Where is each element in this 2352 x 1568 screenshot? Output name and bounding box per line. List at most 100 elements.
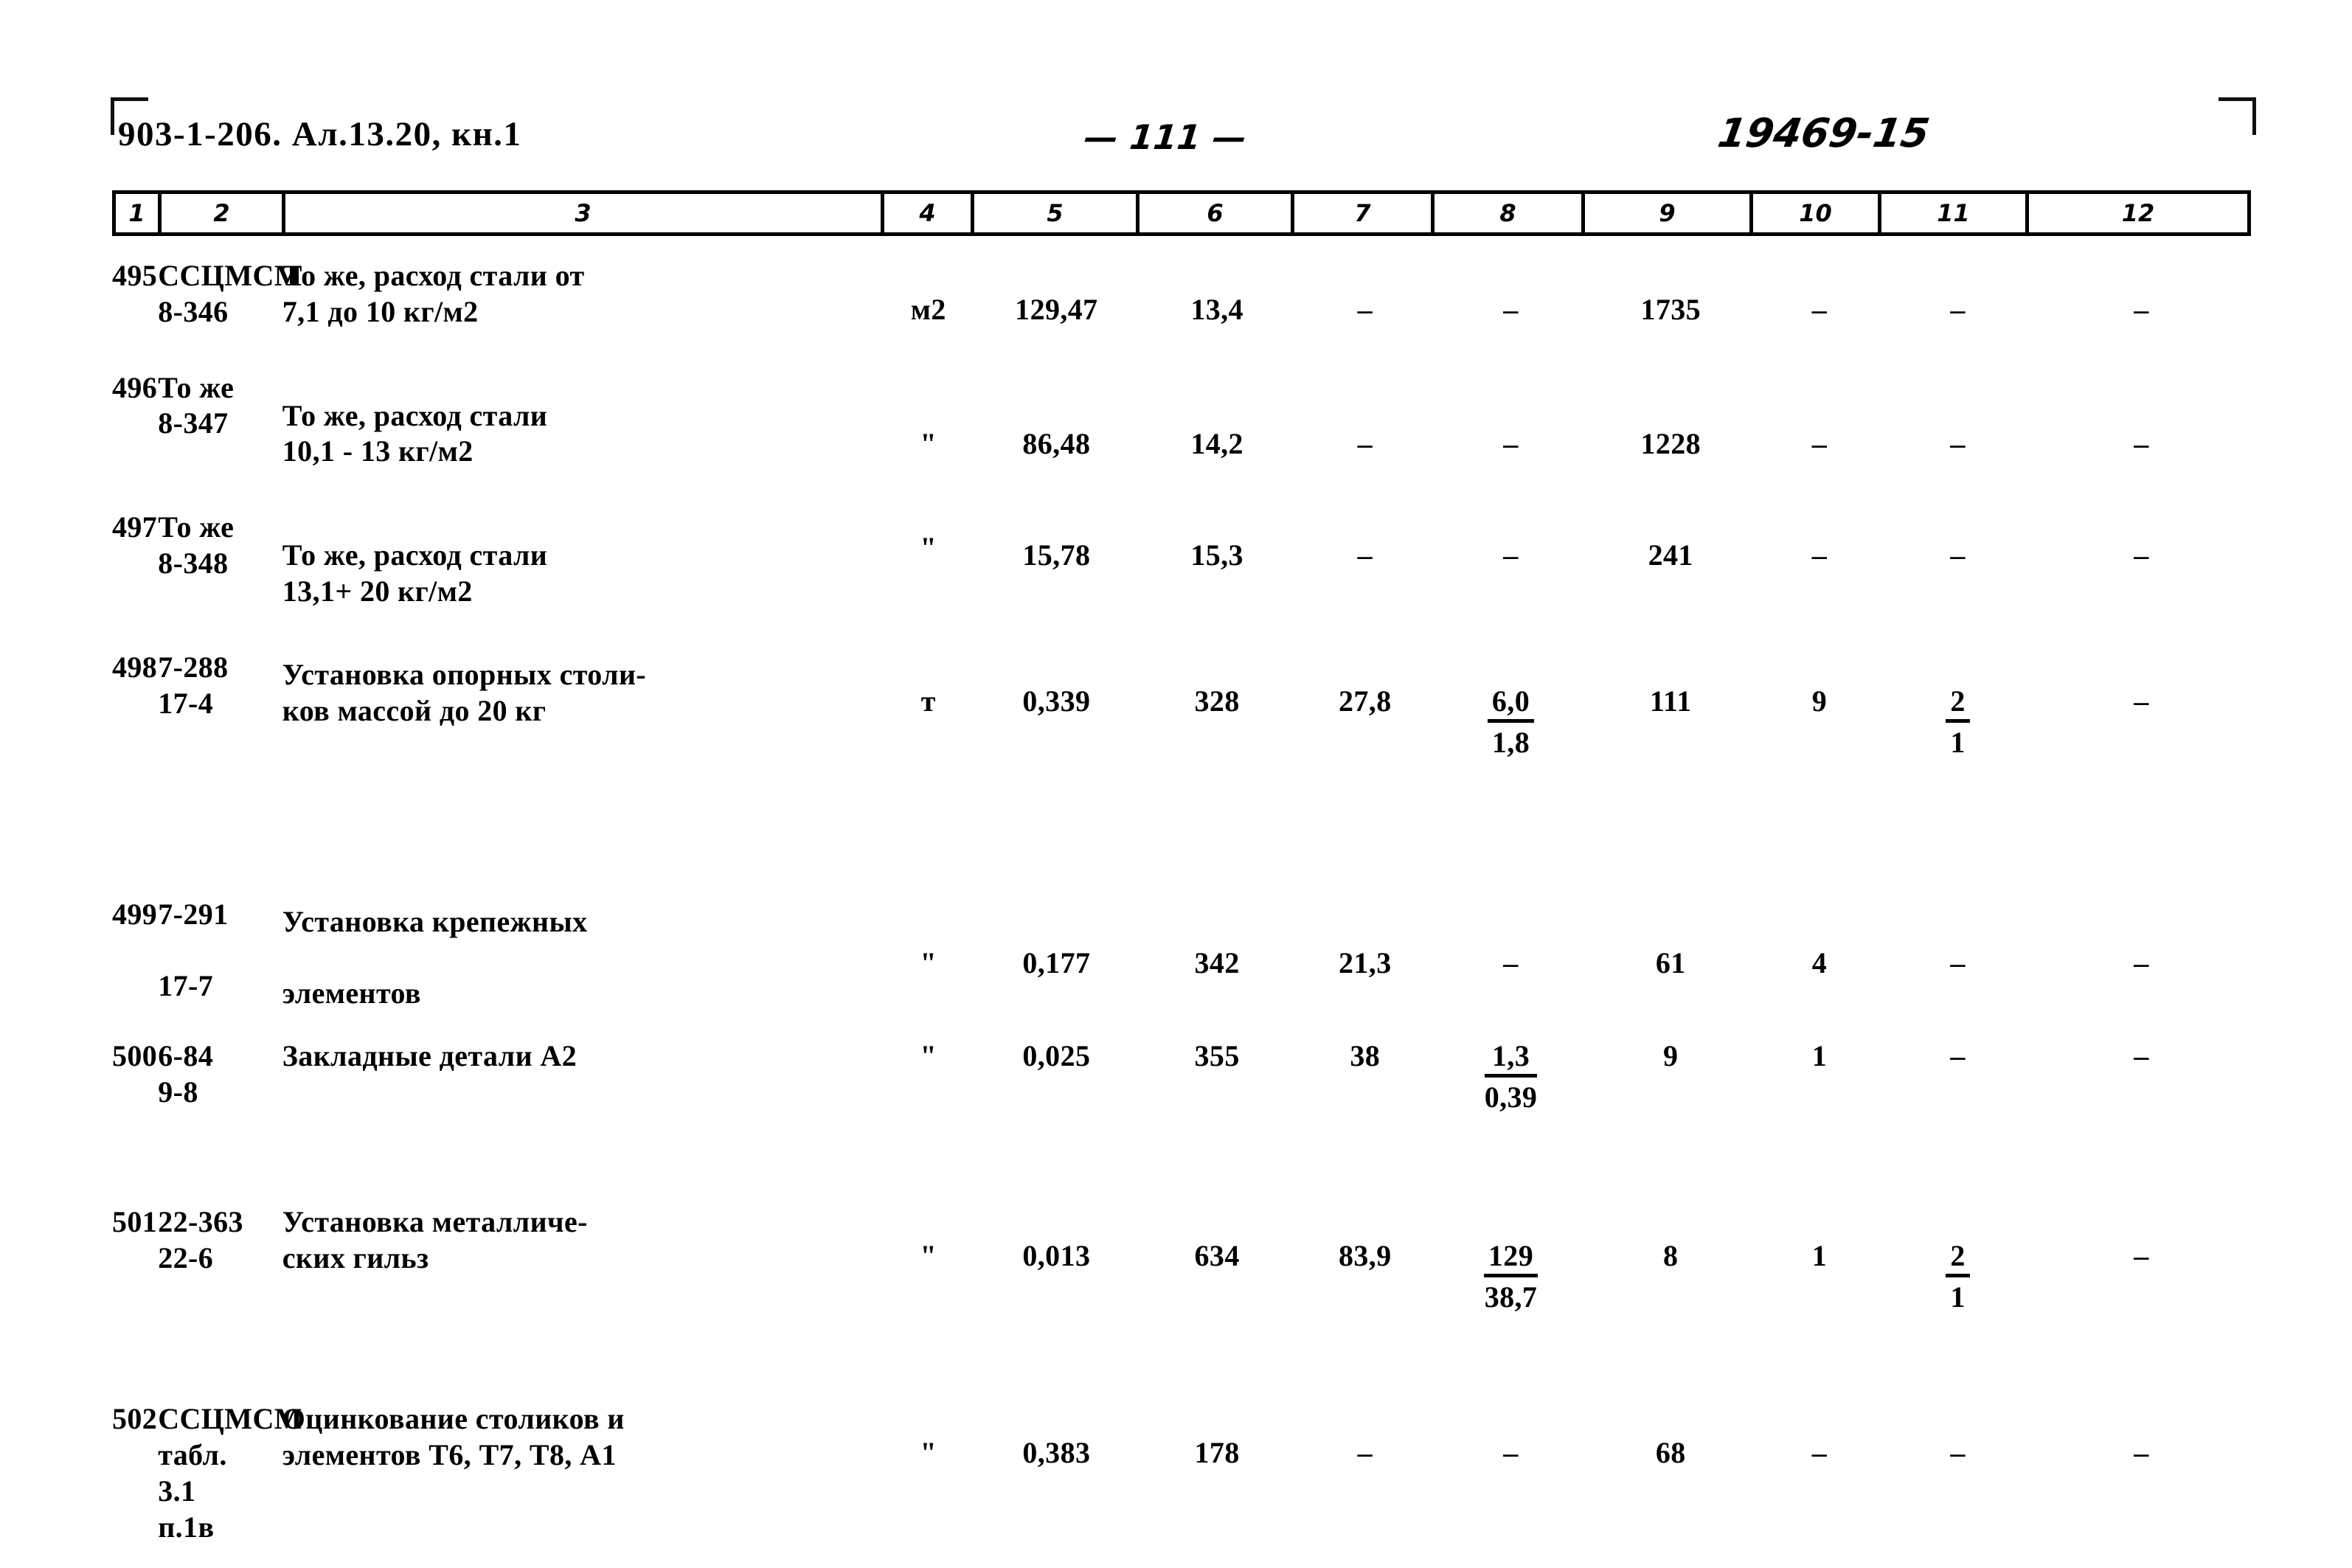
row-code: 7-288 17-4 [158, 650, 282, 842]
row-value-10: 1 [1811, 1239, 1828, 1273]
row-value-6: 328 [1194, 684, 1240, 718]
row-value-5: 0,339 [1022, 684, 1091, 718]
row-description-line-1: Оцинкование столиков и [282, 1402, 625, 1436]
fraction-denominator: 1 [1950, 725, 1966, 759]
row-description: То же, расход стали 10,1 - 13 кг/м2 [282, 370, 884, 471]
row-code: 7-291 17-7 [158, 897, 282, 1012]
row-number: 497 [112, 510, 158, 544]
row-code-line-2: 8-348 [158, 546, 229, 580]
fraction-numerator: 1,3 [1484, 1038, 1538, 1078]
column-header-2: 2 [162, 194, 285, 232]
row-unit: " [920, 946, 937, 979]
row-description-line-2: ских гильз [282, 1241, 429, 1274]
row-description: То же, расход стали 13,1+ 20 кг/м2 [282, 510, 884, 610]
row-gap [112, 1367, 2251, 1401]
row-description-line-1: То же, расход стали [282, 398, 548, 432]
row-unit: м2 [910, 293, 946, 326]
row-code-line-1: 6-84 [158, 1039, 214, 1073]
fraction-value-8: 129 38,7 [1483, 1238, 1538, 1314]
row-value-12: – [2134, 1436, 2149, 1470]
row-description-line-2: элементов [282, 976, 421, 1010]
row-code-line-2: 8-346 [158, 294, 229, 328]
row-value-5: 86,48 [1022, 426, 1091, 460]
row-code-line-1: ССЦМСМ [158, 1402, 302, 1436]
row-value-10: – [1811, 293, 1828, 326]
row-value-5: 0,177 [1022, 946, 1091, 979]
row-description: Установка крепежных элементов [282, 897, 884, 1012]
document-code: 903-1-206. Ал.13.20, кн.1 [118, 115, 522, 153]
row-value-6: 14,2 [1190, 426, 1243, 460]
row-gap [112, 470, 2251, 510]
row-unit: " [920, 1039, 937, 1073]
row-unit: " [920, 1239, 937, 1273]
fraction-numerator: 2 [1946, 1238, 1970, 1278]
row-value-11: – [1950, 538, 1966, 572]
row-description-line-2: ков массой до 20 кг [282, 693, 547, 727]
column-header-8: 8 [1435, 194, 1585, 232]
row-value-6: 13,4 [1190, 293, 1243, 326]
column-header-10: 10 [1753, 194, 1881, 232]
row-value-7: 21,3 [1339, 946, 1392, 979]
row-value-6: 355 [1194, 1039, 1240, 1073]
row-code-line-3: 3.1 [158, 1474, 196, 1508]
row-value-11: – [1950, 293, 1966, 326]
row-value-8: 1,3 0,39 [1435, 1038, 1586, 1168]
row-code-line-2: 9-8 [158, 1075, 198, 1109]
column-header-7: 7 [1294, 194, 1435, 232]
row-value-7: 38 [1350, 1039, 1381, 1073]
row-description: Закладные детали А2 [282, 1038, 884, 1168]
row-gap [112, 1168, 2251, 1204]
row-number: 496 [112, 370, 158, 404]
row-description: То же, расход стали от 7,1 до 10 кг/м2 [282, 258, 884, 330]
column-header-9: 9 [1585, 194, 1753, 232]
row-value-7: 83,9 [1339, 1239, 1392, 1273]
row-value-8: 129 38,7 [1435, 1204, 1586, 1367]
row-value-12: – [2134, 1239, 2149, 1273]
row-value-12: – [2134, 684, 2149, 718]
row-description-line-1: Закладные детали А2 [282, 1039, 577, 1073]
row-value-5: 15,78 [1022, 538, 1091, 572]
row-unit: " [920, 1436, 937, 1470]
row-description-line-2: элементов Т6, Т7, Т8, А1 [282, 1437, 617, 1471]
row-value-12: – [2134, 293, 2149, 326]
row-value-12: – [2134, 1039, 2149, 1073]
row-gap [112, 1012, 2251, 1038]
archive-number: 19469-15 [1715, 110, 1933, 156]
row-value-8: – [1503, 946, 1519, 979]
column-header-12: 12 [2121, 199, 2155, 227]
row-description-line-2: 7,1 до 10 кг/м2 [282, 294, 479, 328]
row-value-11: 2 1 [1884, 1204, 2032, 1367]
row-value-8: – [1503, 426, 1519, 460]
row-description: Оцинкование столиков и элементов Т6, Т7,… [282, 1401, 884, 1545]
row-code-line-1: 7-291 [158, 897, 229, 931]
row-value-6: 15,3 [1190, 538, 1243, 572]
row-description: Установка металличе- ских гильз [282, 1204, 884, 1367]
row-description: Установка опорных столи- ков массой до 2… [282, 650, 884, 842]
column-header-4: 4 [884, 194, 974, 232]
row-value-7: 27,8 [1339, 684, 1392, 718]
row-value-11: – [1950, 1436, 1966, 1470]
row-value-9: 68 [1655, 1436, 1686, 1470]
row-value-10: – [1811, 538, 1828, 572]
row-value-5: 0,383 [1022, 1436, 1091, 1470]
row-value-8: – [1503, 538, 1519, 572]
row-code: 22-363 22-6 [158, 1204, 282, 1367]
row-unit: " [920, 531, 937, 565]
fraction-numerator: 129 [1483, 1238, 1538, 1278]
row-number: 499 [112, 897, 158, 931]
row-value-9: 241 [1648, 538, 1693, 572]
fraction-numerator: 6,0 [1487, 684, 1535, 723]
row-gap [112, 842, 2251, 897]
row-value-8: 6,0 1,8 [1435, 650, 1586, 842]
table-row: 499 7-291 17-7 Установка крепежных элеме… [112, 897, 2251, 1012]
row-value-10: 4 [1811, 946, 1828, 979]
row-value-9: 1228 [1640, 426, 1701, 460]
row-value-10: – [1811, 426, 1828, 460]
row-value-10: 1 [1811, 1039, 1828, 1073]
row-gap [112, 610, 2251, 650]
table-row: 498 7-288 17-4 Установка опорных столи- … [112, 650, 2251, 842]
row-value-11: 2 1 [1884, 650, 2032, 842]
row-value-12: – [2134, 426, 2149, 460]
row-value-5: 0,013 [1022, 1239, 1091, 1273]
row-value-12: – [2134, 538, 2149, 572]
